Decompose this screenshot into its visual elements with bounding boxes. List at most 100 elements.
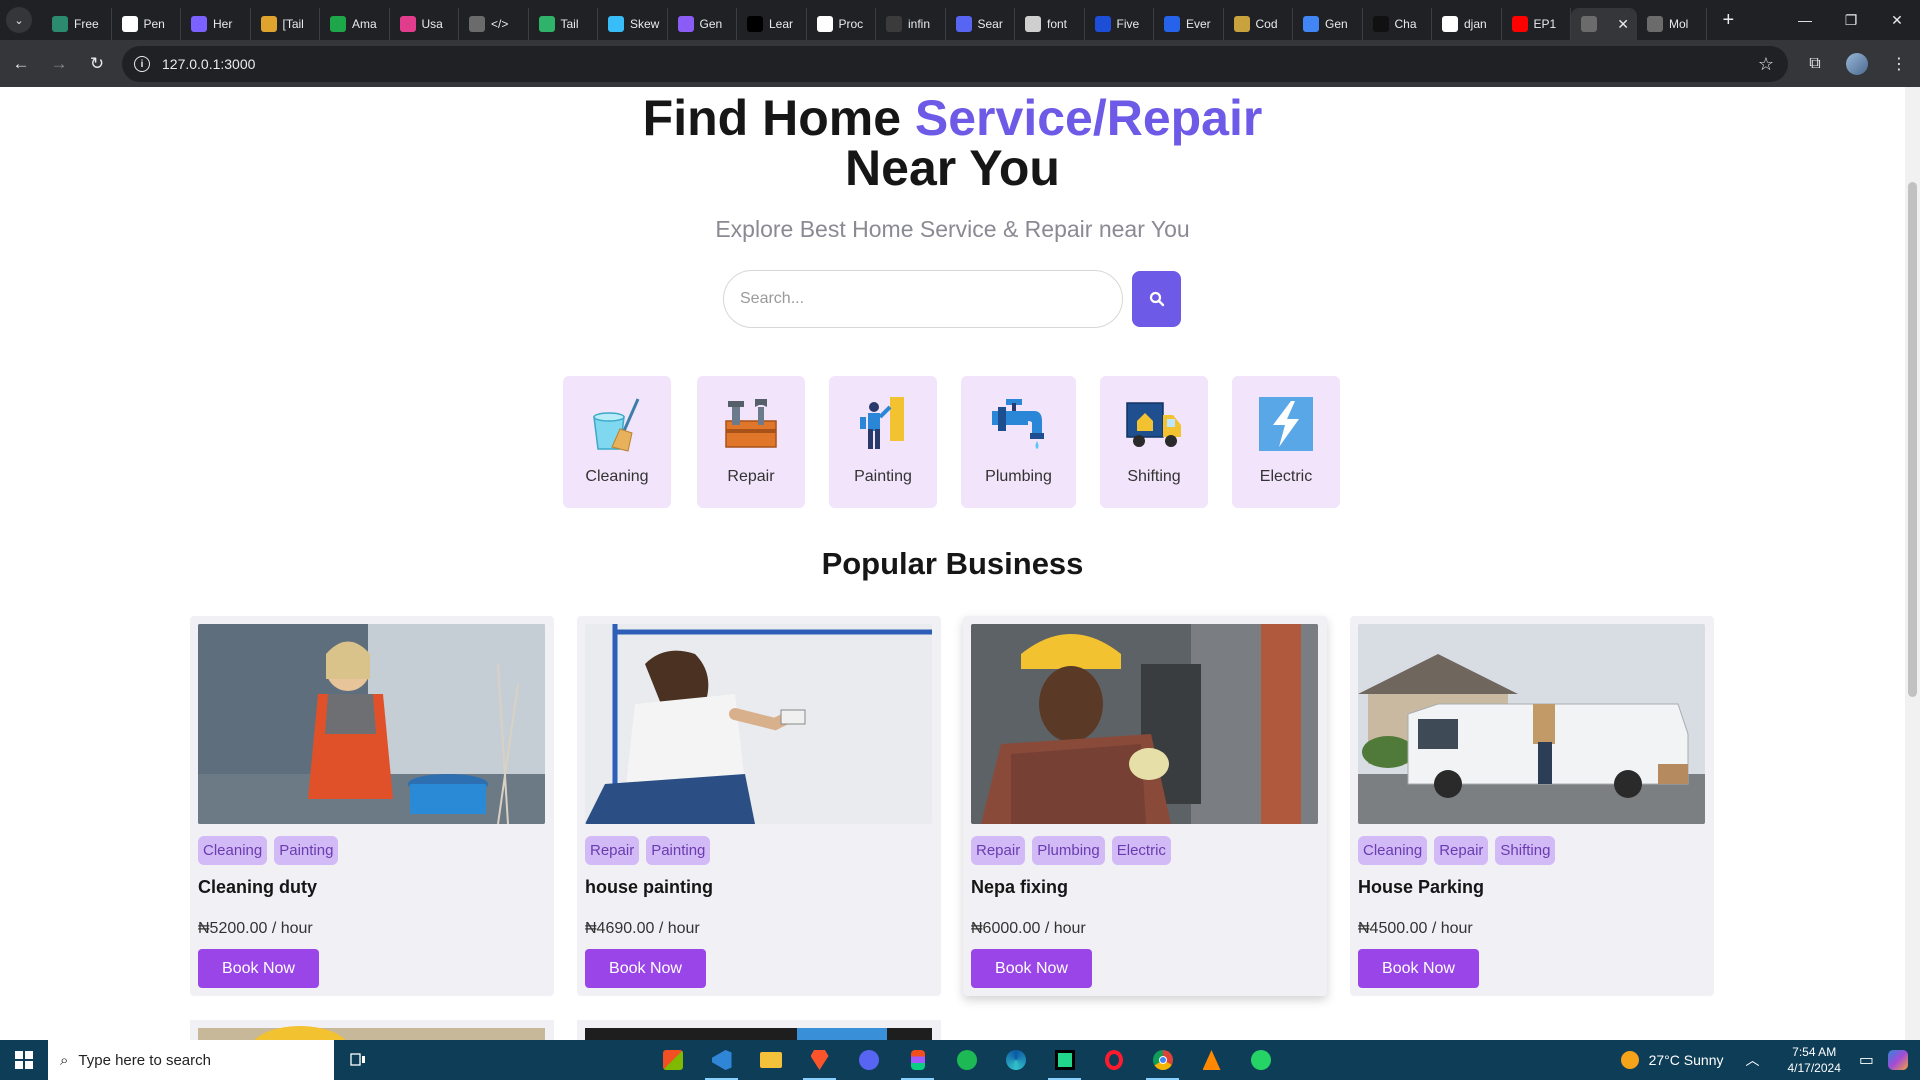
- category-shifting[interactable]: Shifting: [1100, 376, 1208, 508]
- browser-tab[interactable]: Cod: [1224, 8, 1293, 40]
- tray-chevron-icon[interactable]: ︿: [1745, 1050, 1759, 1070]
- hero-title-part1: Find Home: [642, 90, 915, 146]
- weather-sun-icon: [1620, 1051, 1639, 1069]
- category-plumbing[interactable]: Plumbing: [961, 376, 1076, 508]
- book-now-button[interactable]: Book Now: [971, 949, 1092, 988]
- browser-tab[interactable]: Proc: [807, 8, 876, 40]
- restore-icon[interactable]: ❐: [1828, 0, 1874, 40]
- address-bar[interactable]: i 127.0.0.1:3000 ☆: [122, 46, 1788, 82]
- tab-close-icon[interactable]: ✕: [1617, 16, 1629, 33]
- tag: Repair: [1434, 836, 1489, 865]
- taskbar-clock[interactable]: 7:54 AM 4/17/2024: [1787, 1044, 1840, 1076]
- vlc-icon[interactable]: [1187, 1040, 1236, 1080]
- search-button[interactable]: [1132, 271, 1181, 327]
- tab-favicon-icon: [538, 16, 555, 32]
- vscode-icon[interactable]: [697, 1040, 746, 1080]
- figma-icon[interactable]: [893, 1040, 942, 1080]
- browser-tab[interactable]: Gen: [1293, 8, 1363, 40]
- file-explorer-icon[interactable]: [746, 1040, 795, 1080]
- browser-tab[interactable]: Lear: [737, 8, 807, 40]
- weather-text[interactable]: 27°C Sunny: [1649, 1052, 1724, 1068]
- browser-tab[interactable]: Pen: [112, 8, 181, 40]
- business-card: Repair Plumbing Electric Nepa fixing ₦60…: [963, 616, 1327, 996]
- browser-tab[interactable]: Cha: [1363, 8, 1432, 40]
- browser-tab[interactable]: Her: [181, 8, 251, 40]
- tab-favicon-icon: [1442, 16, 1458, 32]
- search-input[interactable]: [723, 270, 1123, 328]
- browser-tab[interactable]: djan: [1432, 8, 1502, 40]
- browser-tab[interactable]: Skew: [598, 8, 668, 40]
- tag: Repair: [585, 836, 640, 865]
- browser-tab[interactable]: font: [1015, 8, 1085, 40]
- tab-favicon-icon: [330, 16, 346, 32]
- browser-tab[interactable]: [Tail: [251, 8, 320, 40]
- browser-tab[interactable]: Ever: [1154, 8, 1224, 40]
- copilot-icon[interactable]: [1888, 1050, 1908, 1070]
- category-repair[interactable]: Repair: [697, 376, 805, 508]
- browser-tab[interactable]: Gen: [668, 8, 737, 40]
- tag: Cleaning: [1358, 836, 1428, 865]
- site-info-icon[interactable]: i: [134, 56, 150, 72]
- hero-title-part2: Near You: [845, 140, 1060, 196]
- business-name: house painting: [585, 877, 713, 897]
- windows-start-icon[interactable]: [0, 1040, 48, 1080]
- category-label: Shifting: [1127, 468, 1181, 485]
- tab-label: Cha: [1394, 17, 1417, 31]
- book-now-button[interactable]: Book Now: [198, 949, 319, 988]
- business-image-van: [1358, 624, 1705, 824]
- moving-truck-icon: [1125, 395, 1183, 453]
- whatsapp-icon[interactable]: [1236, 1040, 1285, 1080]
- bookmark-star-icon[interactable]: ☆: [1758, 54, 1774, 75]
- tag-list: Repair Painting: [585, 836, 717, 865]
- more-menu-icon[interactable]: ⋮: [1878, 54, 1920, 74]
- browser-tab[interactable]: Usa: [390, 8, 459, 40]
- browser-tab[interactable]: Free: [42, 8, 112, 40]
- book-now-button[interactable]: Book Now: [585, 949, 706, 988]
- browser-tab[interactable]: ✕: [1571, 8, 1637, 40]
- browser-tab[interactable]: EP1: [1502, 8, 1571, 40]
- pycharm-icon[interactable]: [1040, 1040, 1089, 1080]
- tab-label: [Tail: [282, 17, 304, 31]
- extensions-puzzle-icon[interactable]: ⧉: [1794, 55, 1836, 73]
- search-icon: [1149, 291, 1164, 307]
- brave-icon[interactable]: [795, 1040, 844, 1080]
- tag: Shifting: [1495, 836, 1556, 865]
- notifications-icon[interactable]: ▭: [1859, 1050, 1874, 1070]
- browser-tab[interactable]: Ama: [320, 8, 390, 40]
- task-view-icon[interactable]: [334, 1040, 382, 1080]
- page-scrollbar[interactable]: [1905, 87, 1920, 1040]
- toolbox-icon: [722, 395, 780, 453]
- browser-tab[interactable]: </>: [459, 8, 529, 40]
- category-electric[interactable]: Electric: [1232, 376, 1340, 508]
- category-painting[interactable]: Painting: [829, 376, 937, 508]
- tab-label: </>: [491, 17, 509, 31]
- tag: Painting: [274, 836, 339, 865]
- new-tab-plus-icon[interactable]: +: [1723, 9, 1735, 32]
- tab-search-chevron-icon[interactable]: ⌄: [6, 7, 32, 33]
- reload-icon[interactable]: ↻: [80, 47, 114, 81]
- browser-tab[interactable]: Sear: [946, 8, 1015, 40]
- minimize-icon[interactable]: —: [1782, 0, 1828, 40]
- chrome-icon[interactable]: [1138, 1040, 1187, 1080]
- tab-label: djan: [1464, 17, 1487, 31]
- back-arrow-icon[interactable]: ←: [4, 47, 38, 81]
- hero-title: Find Home Service/Repair Near You: [0, 93, 1905, 193]
- browser-tab[interactable]: Mol: [1637, 8, 1707, 40]
- forward-arrow-icon[interactable]: →: [42, 47, 76, 81]
- taskbar-search-box[interactable]: ⌕ Type here to search: [48, 1040, 334, 1080]
- browser-tab[interactable]: Five: [1085, 8, 1154, 40]
- opera-icon[interactable]: [1089, 1040, 1138, 1080]
- book-now-button[interactable]: Book Now: [1358, 949, 1479, 988]
- tab-label: Sear: [977, 17, 1003, 31]
- profile-avatar[interactable]: [1846, 52, 1868, 75]
- business-name: House Parking: [1358, 877, 1485, 897]
- browser-tab[interactable]: Tail: [529, 8, 598, 40]
- scrollbar-thumb[interactable]: [1908, 182, 1917, 697]
- close-window-icon[interactable]: ✕: [1874, 0, 1920, 40]
- discord-icon[interactable]: [844, 1040, 893, 1080]
- microsoft-store-icon[interactable]: [648, 1040, 697, 1080]
- edge-icon[interactable]: [991, 1040, 1040, 1080]
- spotify-icon[interactable]: [942, 1040, 991, 1080]
- category-cleaning[interactable]: Cleaning: [563, 376, 671, 508]
- browser-tab[interactable]: infin: [876, 8, 946, 40]
